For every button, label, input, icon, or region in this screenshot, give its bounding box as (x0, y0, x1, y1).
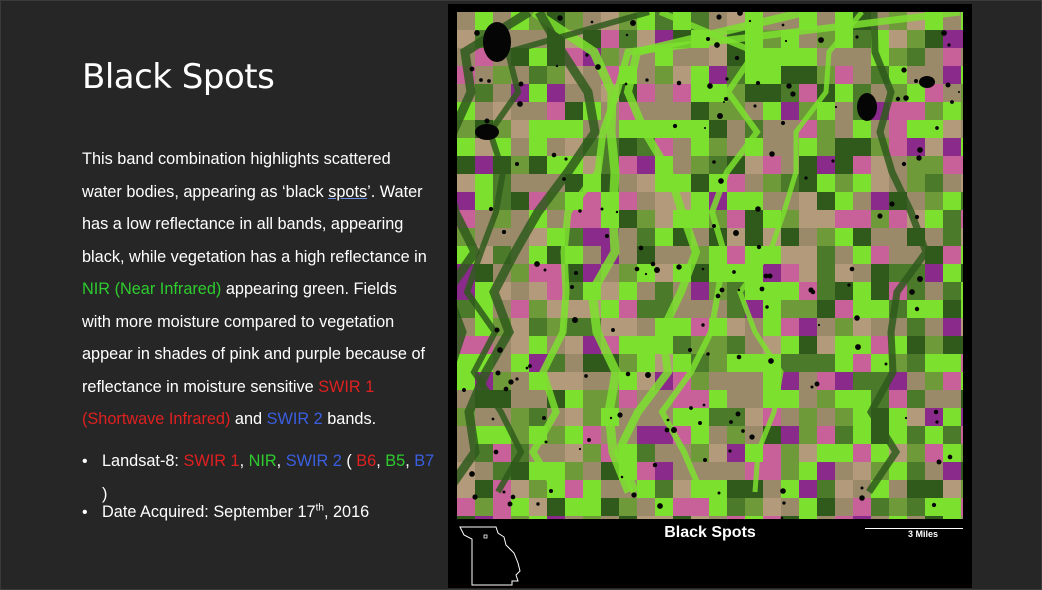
superscript: th (315, 502, 324, 514)
sep: , (376, 452, 386, 470)
scale-label: 3 Miles (908, 529, 939, 539)
map-title: Black Spots (664, 524, 756, 541)
satellite-image-render (457, 12, 963, 519)
satellite-image (457, 12, 963, 519)
band-swir2: SWIR 2 (285, 452, 342, 470)
band-swir1: SWIR 1 (183, 452, 240, 470)
description-paragraph: This band combination highlights scatter… (82, 143, 427, 436)
sep: ( (341, 452, 357, 470)
bullet-landsat: Landsat-8: SWIR 1, NIR, SWIR 2 ( B6, B5,… (82, 445, 437, 503)
bullet-list: Landsat-8: SWIR 1, NIR, SWIR 2 ( B6, B5,… (82, 445, 437, 547)
text-spots: spots (328, 182, 368, 201)
text: and (230, 410, 267, 428)
band-nir: NIR (248, 452, 277, 470)
bullet-text: Landsat-8: (102, 452, 184, 470)
sep: , (239, 452, 249, 470)
sep: , (276, 452, 286, 470)
sep: , (405, 452, 415, 470)
bullet-text: , 2016 (323, 503, 370, 521)
text: bands. (322, 410, 377, 428)
bullet-date: Date Acquired: September 17th, 2016 (82, 496, 437, 529)
band-b6: B6 (356, 452, 377, 470)
swir2-label: SWIR 2 (266, 410, 323, 428)
map-panel: Black Spots 3 Miles (448, 4, 972, 588)
band-b7: B7 (414, 452, 435, 470)
band-b5: B5 (385, 452, 406, 470)
slide: Black Spots This band combination highli… (0, 0, 1042, 590)
bullet-text: Date Acquired: September 17 (102, 503, 316, 521)
nir-label: NIR (Near Infrared) (82, 280, 222, 298)
slide-title: Black Spots (82, 57, 275, 97)
